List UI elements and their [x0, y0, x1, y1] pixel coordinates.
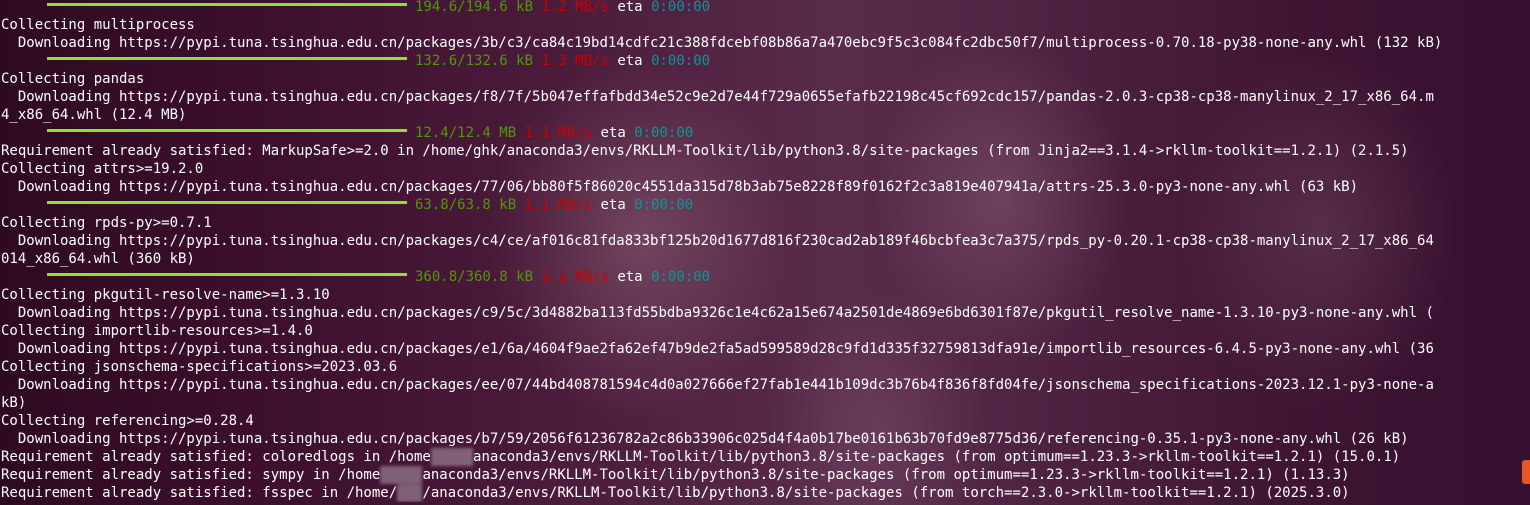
download-speed: 1.1 MB/s: [524, 125, 593, 141]
redacted-username: /ghk/: [430, 448, 474, 466]
download-speed: 1.1 MB/s: [524, 197, 593, 213]
output-line: Requirement already satisfied: fsspec in…: [1, 484, 1530, 502]
output-line: Requirement already satisfied: MarkupSaf…: [1, 143, 1409, 159]
output-line: Collecting multiprocess: [1, 17, 195, 33]
output-line: Collecting attrs>=19.2.0: [1, 161, 204, 177]
eta-label: eta: [600, 197, 626, 213]
download-speed: 1.1 MB/s: [541, 269, 609, 285]
progress-line: 63.8/63.8 kB 1.1 MB/s eta 0:00:00: [1, 196, 1530, 214]
download-size: 12.4/12.4 MB: [415, 125, 517, 141]
eta-value: 0:00:00: [634, 125, 694, 141]
redacted-username: ghk: [397, 484, 423, 502]
output-text: anaconda3/envs/RKLLM-Toolkit/lib/python3…: [422, 467, 1350, 483]
eta-label: eta: [617, 53, 643, 69]
output-text: Requirement already satisfied: sympy in …: [1, 467, 381, 483]
output-line: kB): [1, 395, 27, 411]
download-size: 360.8/360.8 kB: [415, 269, 534, 285]
download-size: 132.6/132.6 kB: [415, 53, 534, 69]
progress-bar: [47, 128, 407, 132]
progress-line: 360.8/360.8 kB 1.1 MB/s eta 0:00:00: [1, 268, 1530, 286]
download-size: 194.6/194.6 kB: [415, 0, 534, 15]
eta-value: 0:00:00: [634, 197, 694, 213]
eta-value: 0:00:00: [651, 53, 711, 69]
download-size: 63.8/63.8 kB: [415, 197, 517, 213]
output-line: Downloading https://pypi.tuna.tsinghua.e…: [1, 431, 1409, 447]
output-line: Requirement already satisfied: sympy in …: [1, 466, 1530, 484]
output-line: Collecting referencing>=0.28.4: [1, 413, 254, 429]
output-line: Collecting rpds-py>=0.7.1: [1, 215, 212, 231]
output-text: Requirement already satisfied: coloredlo…: [1, 449, 431, 465]
output-text: anaconda3/envs/RKLLM-Toolkit/lib/python3…: [473, 449, 1401, 465]
eta-label: eta: [617, 269, 643, 285]
output-line: Downloading https://pypi.tuna.tsinghua.e…: [1, 377, 1434, 393]
progress-bar: [47, 2, 407, 6]
download-speed: 1.2 MB/s: [541, 0, 609, 15]
progress-bar: [47, 200, 407, 204]
terminal-output[interactable]: 194.6/194.6 kB 1.2 MB/s eta 0:00:00 Colle…: [1, 0, 1530, 502]
progress-line: 194.6/194.6 kB 1.2 MB/s eta 0:00:00: [1, 0, 1530, 16]
output-line: Downloading https://pypi.tuna.tsinghua.e…: [1, 89, 1434, 105]
output-line: Downloading https://pypi.tuna.tsinghua.e…: [1, 35, 1443, 51]
output-text: /anaconda3/envs/RKLLM-Toolkit/lib/python…: [422, 485, 1350, 501]
output-line: Downloading https://pypi.tuna.tsinghua.e…: [1, 233, 1434, 249]
output-line: Requirement already satisfied: coloredlo…: [1, 448, 1530, 466]
progress-line: 12.4/12.4 MB 1.1 MB/s eta 0:00:00: [1, 124, 1530, 142]
output-line: Downloading https://pypi.tuna.tsinghua.e…: [1, 341, 1434, 357]
progress-bar: [47, 56, 407, 60]
output-text: Requirement already satisfied: fsspec in…: [1, 485, 398, 501]
redacted-username: /ghk/: [380, 466, 423, 484]
output-line: Downloading https://pypi.tuna.tsinghua.e…: [1, 305, 1434, 321]
output-line: Collecting importlib-resources>=1.4.0: [1, 323, 313, 339]
eta-value: 0:00:00: [651, 269, 711, 285]
progress-bar: [47, 272, 407, 276]
output-line: 4_x86_64.whl (12.4 MB): [1, 107, 187, 123]
eta-label: eta: [600, 125, 626, 141]
output-line: 014_x86_64.whl (360 kB): [1, 251, 195, 267]
download-speed: 1.3 MB/s: [541, 53, 609, 69]
output-line: Collecting pandas: [1, 71, 145, 87]
output-line: Downloading https://pypi.tuna.tsinghua.e…: [1, 179, 1359, 195]
eta-value: 0:00:00: [651, 0, 711, 15]
eta-label: eta: [617, 0, 643, 15]
output-line: Collecting pkgutil-resolve-name>=1.3.10: [1, 287, 330, 303]
progress-line: 132.6/132.6 kB 1.3 MB/s eta 0:00:00: [1, 52, 1530, 70]
output-line: Collecting jsonschema-specifications>=20…: [1, 359, 398, 375]
dock-edge-icon[interactable]: [1522, 460, 1530, 484]
